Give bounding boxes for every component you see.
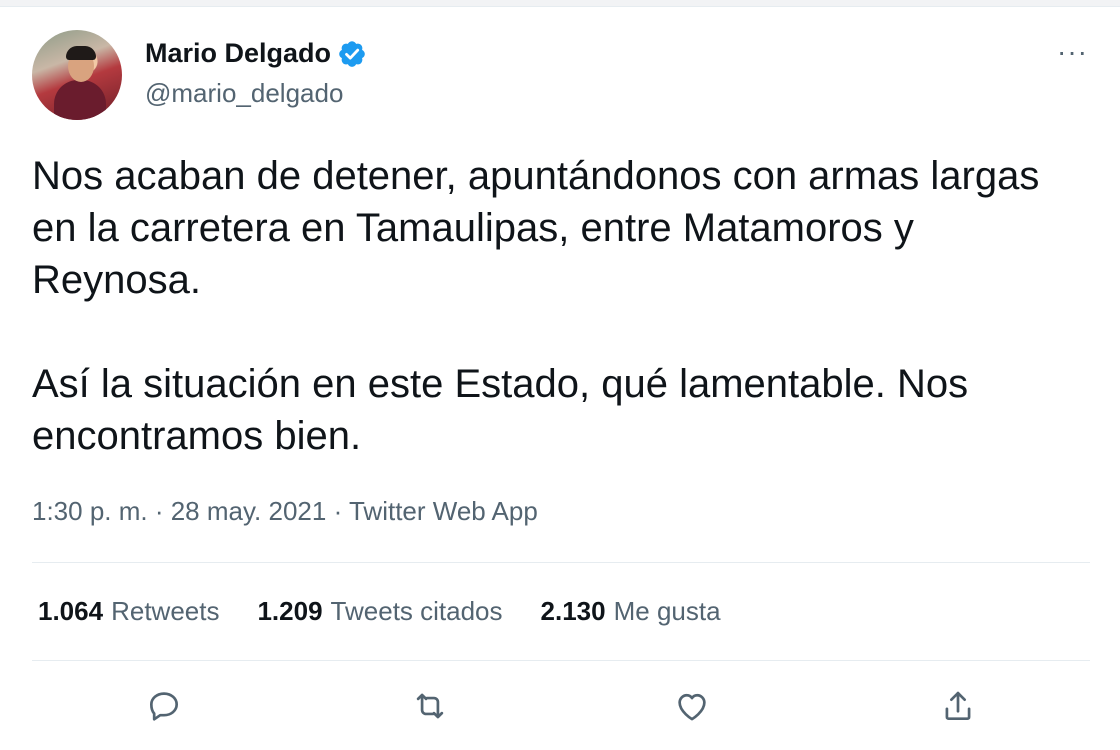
avatar[interactable]	[32, 30, 122, 120]
retweets-count: 1.064	[38, 596, 104, 626]
top-divider	[0, 0, 1120, 7]
divider	[32, 562, 1090, 563]
heart-icon	[678, 693, 706, 721]
quote-tweets-count: 1.209	[257, 596, 323, 626]
retweets-label: Retweets	[111, 596, 220, 626]
likes-label: Me gusta	[613, 596, 721, 626]
author-name-row[interactable]: Mario Delgado	[145, 38, 367, 69]
tweet-body: Nos acaban de detener, apuntándonos con …	[32, 150, 1092, 462]
verified-badge-icon	[339, 40, 365, 67]
divider	[32, 660, 1090, 661]
likes-stat[interactable]: 2.130 Me gusta	[541, 596, 721, 627]
tweet-stats: 1.064 Retweets 1.209 Tweets citados 2.130 M…	[38, 596, 721, 627]
tweet-timestamp[interactable]: 1:30 p. m. · 28 may. 2021 · Twitter Web …	[32, 496, 538, 527]
share-button[interactable]	[936, 684, 980, 728]
tweet-paragraph-1: Nos acaban de detener, apuntándonos con …	[32, 154, 1040, 302]
quote-tweets-label: Tweets citados	[330, 596, 503, 626]
reply-icon	[149, 692, 179, 721]
retweet-button[interactable]	[408, 684, 452, 728]
quote-tweets-stat[interactable]: 1.209 Tweets citados	[257, 596, 502, 627]
retweet-icon	[416, 693, 444, 719]
like-button[interactable]	[670, 684, 714, 728]
tweet-paragraph-2: Así la situación en este Estado, qué lam…	[32, 362, 969, 458]
author-handle[interactable]: @mario_delgado	[145, 78, 343, 109]
likes-count: 2.130	[540, 596, 606, 626]
avatar-hair	[66, 46, 96, 60]
author-name[interactable]: Mario Delgado	[145, 38, 331, 69]
share-icon	[945, 691, 971, 721]
avatar-torso	[54, 80, 106, 120]
tweet-actions	[0, 684, 1120, 734]
retweets-stat[interactable]: 1.064 Retweets	[38, 596, 219, 627]
more-options-icon[interactable]: ···	[1057, 36, 1088, 68]
reply-button[interactable]	[142, 684, 186, 728]
